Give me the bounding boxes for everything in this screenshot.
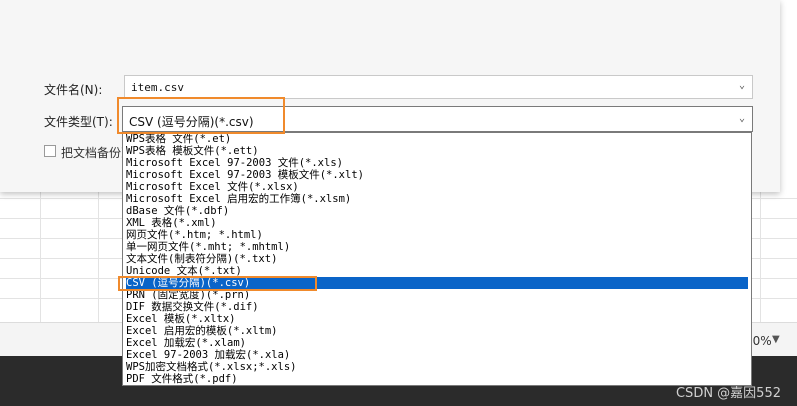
filetype-option[interactable]: Excel 97-2003 加载宏(*.xla) <box>126 349 748 361</box>
filetype-select[interactable]: CSV (逗号分隔)(*.csv) ⌄ <box>122 106 753 132</box>
filetype-option[interactable]: WPS表格 文件(*.et) <box>126 133 748 145</box>
filetype-dropdown-list[interactable]: WPS表格 文件(*.et) WPS表格 模板文件(*.ett) Microsoft… <box>122 132 752 386</box>
filetype-option[interactable]: DIF 数据交换文件(*.dif) <box>126 301 748 313</box>
filetype-option[interactable]: Excel 模板(*.xltx) <box>126 313 748 325</box>
filetype-option[interactable]: 单一网页文件(*.mht; *.mhtml) <box>126 241 748 253</box>
filename-label: 文件名(N): <box>44 83 103 97</box>
filetype-option[interactable]: 网页文件(*.htm; *.html) <box>126 229 748 241</box>
filename-value: item.csv <box>131 81 184 94</box>
backup-checkbox[interactable] <box>44 145 56 157</box>
chevron-down-icon[interactable]: ▼ <box>772 334 780 345</box>
filetype-option[interactable]: PDF 文件格式(*.pdf) <box>126 373 748 385</box>
filetype-option[interactable]: Microsoft Excel 文件(*.xlsx) <box>126 181 748 193</box>
filetype-option[interactable]: Excel 加载宏(*.xlam) <box>126 337 748 349</box>
filetype-value: CSV (逗号分隔)(*.csv) <box>129 115 254 129</box>
chevron-down-icon[interactable]: ⌄ <box>736 113 748 125</box>
filename-field[interactable]: item.csv ⌄ <box>124 75 753 99</box>
chevron-down-icon[interactable]: ⌄ <box>736 80 748 92</box>
filetype-option[interactable]: Microsoft Excel 启用宏的工作簿(*.xlsm) <box>126 193 748 205</box>
filetype-option[interactable]: Microsoft Excel 97-2003 文件(*.xls) <box>126 157 748 169</box>
filetype-option[interactable]: WPS加密文档格式(*.xlsx;*.xls) <box>126 361 748 373</box>
filetype-option[interactable]: 文本文件(制表符分隔)(*.txt) <box>126 253 748 265</box>
filetype-option[interactable]: Microsoft Excel 97-2003 模板文件(*.xlt) <box>126 169 748 181</box>
filetype-label: 文件类型(T): <box>44 115 113 129</box>
filetype-option[interactable]: XML 表格(*.xml) <box>126 217 748 229</box>
filetype-option[interactable]: CSV (逗号分隔)(*.csv) <box>126 277 748 289</box>
filetype-option[interactable]: dBase 文件(*.dbf) <box>126 205 748 217</box>
filetype-option[interactable]: Unicode 文本(*.txt) <box>126 265 748 277</box>
filetype-option[interactable]: PRN (固定宽度)(*.prn) <box>126 289 748 301</box>
filetype-option[interactable]: WPS表格 模板文件(*.ett) <box>126 145 748 157</box>
filetype-option[interactable]: Excel 启用宏的模板(*.xltm) <box>126 325 748 337</box>
